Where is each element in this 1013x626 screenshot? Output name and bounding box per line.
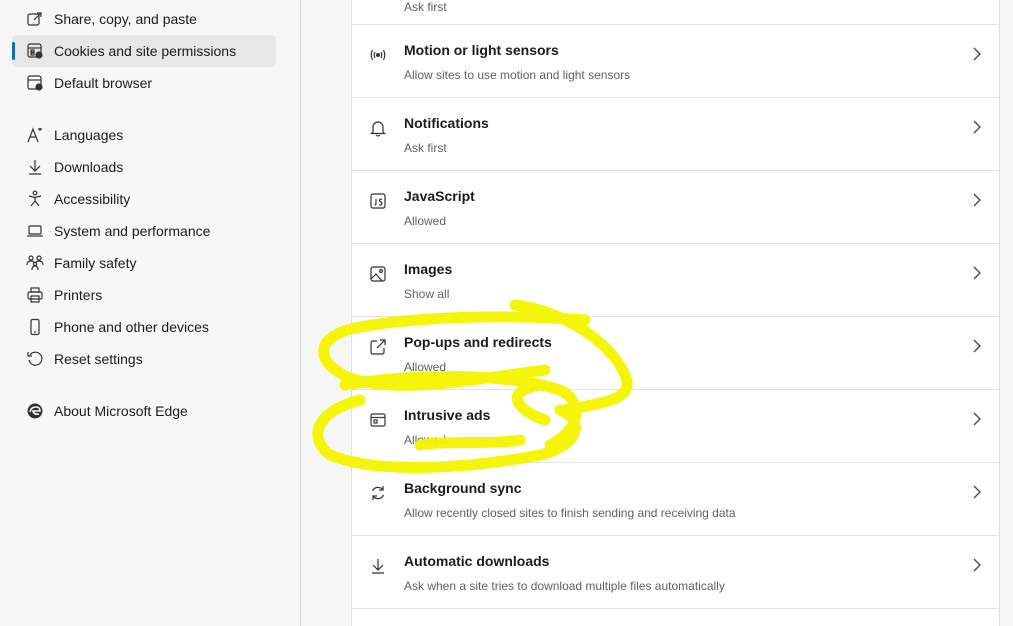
sidebar-item-default-browser[interactable]: Default browser (12, 67, 276, 99)
permission-row-notifications[interactable]: Notifications Ask first (352, 98, 1000, 171)
permission-status: Ask first (404, 141, 447, 155)
chevron-right-icon (973, 485, 981, 499)
sidebar-item-downloads[interactable]: Downloads (12, 151, 276, 183)
permission-row-partial[interactable]: Ask first (352, 0, 1000, 25)
permission-row-motion-sensors[interactable]: Motion or light sensors Allow sites to u… (352, 25, 1000, 98)
permission-title: Images (404, 261, 453, 277)
permission-title: Pop-ups and redirects (404, 334, 552, 350)
sidebar-item-label: Default browser (54, 75, 153, 91)
download-icon (369, 557, 387, 575)
permission-status: Ask first (404, 0, 447, 14)
permission-row-intrusive-ads[interactable]: Intrusive ads Allowed (352, 390, 1000, 463)
permission-row-background-sync[interactable]: Background sync Allow recently closed si… (352, 463, 1000, 536)
browser-icon (26, 74, 44, 92)
sidebar-item-languages[interactable]: Languages (12, 119, 276, 151)
sidebar-item-label: About Microsoft Edge (54, 403, 188, 419)
sidebar-item-label: Family safety (54, 255, 137, 271)
permission-title: JavaScript (404, 188, 475, 204)
laptop-icon (26, 222, 44, 240)
popup-icon (369, 338, 387, 356)
share-icon (26, 10, 44, 28)
permission-status: Allowed (404, 433, 447, 447)
sidebar-item-reset-settings[interactable]: Reset settings (12, 343, 276, 375)
sync-icon (369, 484, 387, 502)
accessibility-icon (26, 190, 44, 208)
chevron-right-icon (973, 339, 981, 353)
phone-icon (26, 318, 44, 336)
sidebar-item-label: System and performance (54, 223, 211, 239)
sidebar-item-phone-devices[interactable]: Phone and other devices (12, 311, 276, 343)
sidebar-item-label: Accessibility (54, 191, 131, 207)
bell-icon (369, 119, 387, 137)
sidebar-item-printers[interactable]: Printers (12, 279, 276, 311)
permission-status: Allowed (404, 360, 447, 374)
sidebar-item-accessibility[interactable]: Accessibility (12, 183, 276, 215)
sidebar-item-share-copy-paste[interactable]: Share, copy, and paste (12, 3, 276, 35)
sidebar-item-label: Downloads (54, 159, 124, 175)
ads-icon (369, 411, 387, 429)
permission-status: Allow recently closed sites to finish se… (404, 506, 736, 520)
chevron-right-icon (973, 47, 981, 61)
permission-status: Show all (404, 287, 450, 301)
chevron-right-icon (973, 120, 981, 134)
permission-title: Background sync (404, 480, 522, 496)
javascript-icon (369, 192, 387, 210)
permission-row-automatic-downloads[interactable]: Automatic downloads Ask when a site trie… (352, 536, 1000, 609)
sidebar-item-label: Share, copy, and paste (54, 11, 197, 27)
site-permissions-panel: Ask first Motion or light sensors Allow … (351, 0, 1000, 626)
settings-sidebar: Share, copy, and paste Cookies and site … (0, 0, 301, 626)
sidebar-item-label: Printers (54, 287, 103, 303)
sidebar-item-label: Languages (54, 127, 124, 143)
permission-row-popups[interactable]: Pop-ups and redirects Allowed (352, 317, 1000, 390)
cookies-icon (26, 42, 44, 60)
permission-row-images[interactable]: Images Show all (352, 244, 1000, 317)
chevron-right-icon (973, 193, 981, 207)
family-icon (26, 254, 44, 272)
sidebar-item-about-edge[interactable]: About Microsoft Edge (12, 395, 276, 427)
sidebar-item-system-performance[interactable]: System and performance (12, 215, 276, 247)
permission-title: Automatic downloads (404, 553, 550, 569)
reset-icon (26, 350, 44, 368)
sensor-icon (369, 46, 387, 64)
permission-status: Ask when a site tries to download multip… (404, 579, 725, 593)
permission-status: Allow sites to use motion and light sens… (404, 68, 631, 82)
image-icon (369, 265, 387, 283)
edge-logo-icon (26, 402, 44, 420)
permission-title: Intrusive ads (404, 407, 491, 423)
sidebar-item-family-safety[interactable]: Family safety (12, 247, 276, 279)
sidebar-item-label: Cookies and site permissions (54, 43, 237, 59)
printer-icon (26, 286, 44, 304)
sidebar-item-cookies[interactable]: Cookies and site permissions (12, 35, 276, 67)
download-icon (26, 158, 44, 176)
permission-title: Notifications (404, 115, 489, 131)
chevron-right-icon (973, 412, 981, 426)
chevron-right-icon (973, 266, 981, 280)
sidebar-item-label: Phone and other devices (54, 319, 209, 335)
sidebar-item-label: Reset settings (54, 351, 143, 367)
chevron-right-icon (973, 558, 981, 572)
permission-status: Allowed (404, 214, 447, 228)
languages-icon (26, 126, 44, 144)
permission-title: Motion or light sensors (404, 42, 559, 58)
permission-row-javascript[interactable]: JavaScript Allowed (352, 171, 1000, 244)
